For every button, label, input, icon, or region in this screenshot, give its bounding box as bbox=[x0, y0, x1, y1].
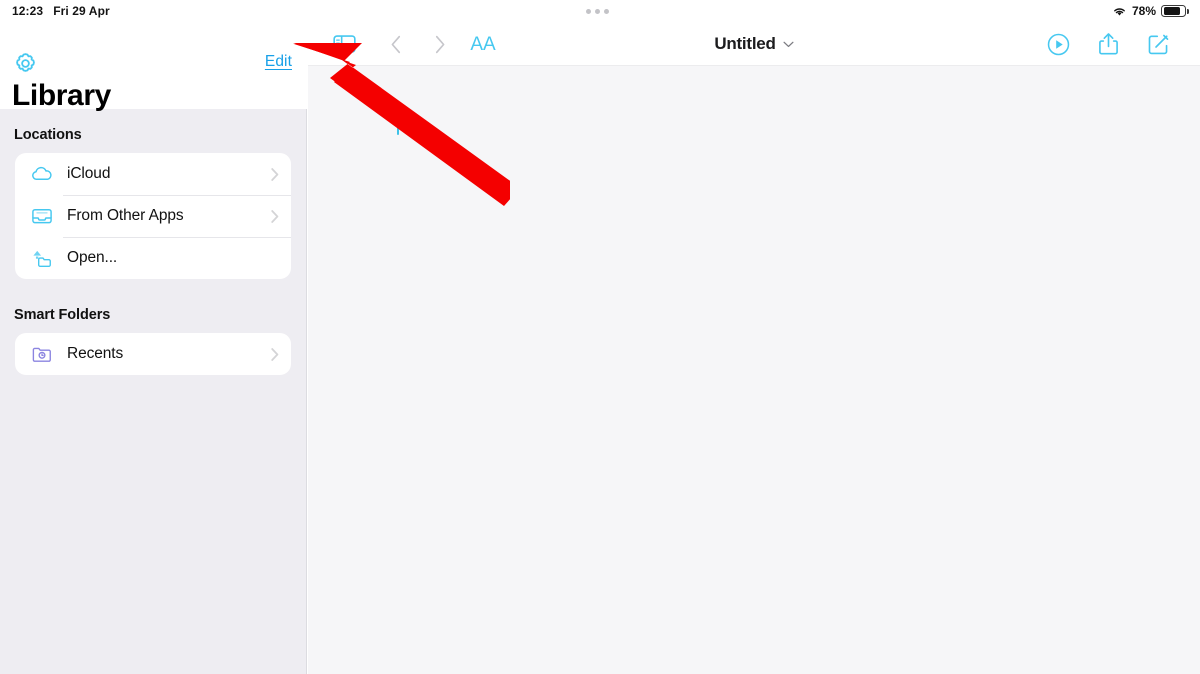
chevron-left-icon bbox=[391, 35, 401, 53]
chevron-right-icon bbox=[271, 347, 279, 361]
chevron-right-icon bbox=[271, 209, 279, 223]
sidebar-item-label: Open... bbox=[67, 249, 118, 266]
status-time: 12:23 bbox=[12, 4, 44, 18]
library-sidebar: Edit Library Locations iCloud From Other… bbox=[0, 22, 307, 674]
back-button[interactable] bbox=[376, 22, 416, 66]
text-caret bbox=[397, 113, 399, 135]
sidebar-item-label: iCloud bbox=[67, 165, 111, 182]
chevron-right-icon bbox=[435, 35, 445, 53]
three-dots-handle-icon[interactable] bbox=[586, 7, 612, 15]
section-label-locations: Locations bbox=[14, 127, 82, 143]
play-circle-icon bbox=[1047, 33, 1069, 55]
edit-button[interactable]: Edit bbox=[265, 53, 292, 71]
document-title-label: Untitled bbox=[714, 34, 776, 53]
sidebar-item-open[interactable]: Open... bbox=[15, 237, 291, 279]
sidebar-toggle-button[interactable] bbox=[324, 22, 364, 66]
sidebar-section-locations: Locations iCloud From Other Apps Open... bbox=[0, 109, 306, 279]
share-icon bbox=[1098, 33, 1118, 55]
cloud-icon bbox=[29, 162, 55, 186]
compose-button[interactable] bbox=[1138, 22, 1178, 66]
chevron-down-icon bbox=[783, 41, 794, 47]
sidebar-item-label: Recents bbox=[67, 345, 124, 362]
battery-percent-label: 78% bbox=[1131, 4, 1156, 18]
folder-open-icon bbox=[29, 246, 55, 270]
wifi-icon bbox=[1112, 6, 1127, 17]
forward-button[interactable] bbox=[420, 22, 460, 66]
sidebar-item-from-other-apps[interactable]: From Other Apps bbox=[15, 195, 291, 237]
chevron-right-icon bbox=[271, 167, 279, 181]
ipad-pages-app-window: 12:23 Fri 29 Apr 78% Edit Library Locati… bbox=[0, 0, 1200, 674]
smart-folders-card: Recents bbox=[15, 333, 291, 375]
text-size-icon: AA bbox=[470, 33, 496, 55]
text-size-button[interactable]: AA bbox=[460, 22, 506, 66]
status-date: Fri 29 Apr bbox=[53, 4, 110, 18]
sidebar-item-recents[interactable]: Recents bbox=[15, 333, 291, 375]
play-button[interactable] bbox=[1038, 22, 1078, 66]
document-toolbar: AA Untitled bbox=[308, 22, 1200, 66]
document-canvas[interactable] bbox=[308, 66, 1200, 674]
status-bar-left: 12:23 Fri 29 Apr bbox=[12, 0, 110, 22]
sidebar-toggle-icon bbox=[332, 35, 356, 53]
document-pane: AA Untitled bbox=[308, 22, 1200, 674]
sidebar-item-icloud[interactable]: iCloud bbox=[15, 153, 291, 195]
sidebar-section-smart-folders: Smart Folders Recents bbox=[0, 279, 306, 375]
battery-icon bbox=[1161, 5, 1189, 17]
sidebar-header: Edit Library bbox=[0, 22, 307, 112]
folder-clock-icon bbox=[29, 342, 55, 366]
sidebar-item-label: From Other Apps bbox=[67, 207, 184, 224]
gear-icon[interactable] bbox=[13, 51, 38, 76]
locations-card: iCloud From Other Apps Open... bbox=[15, 153, 291, 279]
status-bar-right: 78% bbox=[1112, 0, 1189, 22]
compose-icon bbox=[1148, 34, 1168, 54]
tray-icon bbox=[29, 204, 55, 228]
share-button[interactable] bbox=[1088, 22, 1128, 66]
section-label-smart-folders: Smart Folders bbox=[14, 307, 111, 323]
page-title: Library bbox=[12, 79, 111, 112]
